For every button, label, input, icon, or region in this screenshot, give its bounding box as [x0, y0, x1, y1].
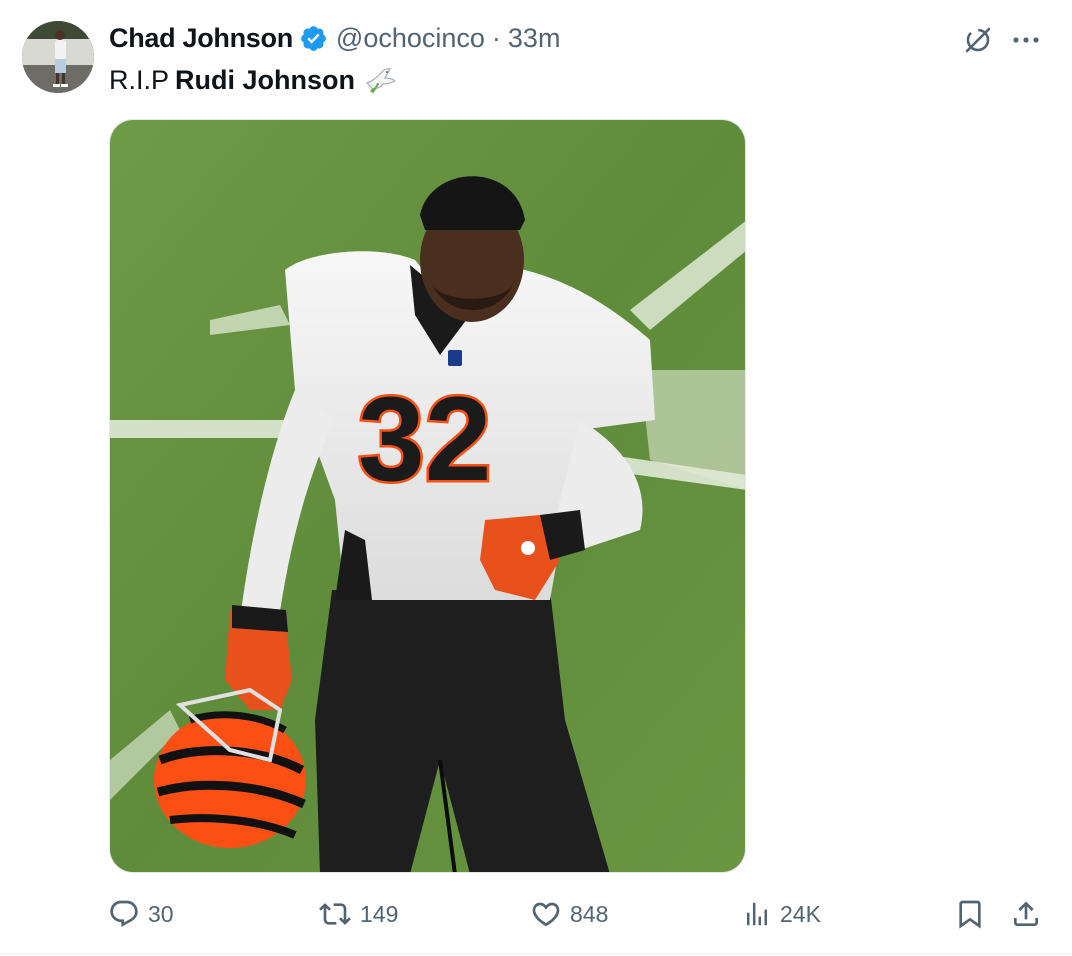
grok-button[interactable] — [960, 22, 996, 58]
repost-button[interactable]: 149 — [318, 892, 398, 936]
more-button[interactable] — [1008, 22, 1044, 58]
verified-badge-icon[interactable] — [299, 24, 328, 53]
share-button[interactable] — [1010, 892, 1042, 936]
user-handle[interactable]: @ochocinco — [336, 23, 485, 54]
repost-icon — [319, 903, 351, 925]
bookmark-icon — [959, 900, 981, 929]
action-bar: 30 149 848 24K — [0, 892, 1072, 936]
like-button[interactable]: 848 — [530, 892, 608, 936]
timestamp[interactable]: 33m — [508, 23, 561, 54]
jersey-number: 32 — [358, 372, 491, 506]
share-icon — [1014, 901, 1038, 926]
tweet-card: Chad Johnson @ochocinco · 33m R.I.P Rudi… — [0, 0, 1072, 956]
tweet-photo[interactable]: 32 — [109, 119, 746, 873]
bottom-divider — [0, 953, 1072, 954]
like-count: 848 — [570, 900, 609, 927]
views-icon — [747, 902, 767, 926]
tweet-text-name: Rudi Johnson — [175, 64, 355, 95]
reply-count: 30 — [148, 900, 174, 927]
bookmark-button[interactable] — [954, 892, 986, 936]
separator-dot: · — [491, 22, 501, 53]
avatar-image — [22, 21, 94, 93]
tweet-header: Chad Johnson @ochocinco · 33m — [109, 20, 560, 56]
tweet-text: R.I.P Rudi Johnson — [109, 60, 397, 100]
display-name[interactable]: Chad Johnson — [109, 23, 293, 54]
more-icon — [1013, 37, 1039, 43]
tweet-text-prefix: R.I.P — [109, 64, 170, 95]
views-count: 24K — [780, 900, 821, 927]
dove-emoji-icon — [363, 65, 397, 95]
avatar[interactable] — [22, 21, 94, 93]
reply-icon — [110, 900, 138, 927]
football-player-photo: 32 — [110, 120, 745, 872]
grok-icon — [965, 27, 991, 53]
repost-count: 149 — [360, 900, 399, 927]
like-icon — [532, 902, 560, 927]
views-button[interactable]: 24K — [742, 892, 821, 936]
reply-button[interactable]: 30 — [108, 892, 174, 936]
